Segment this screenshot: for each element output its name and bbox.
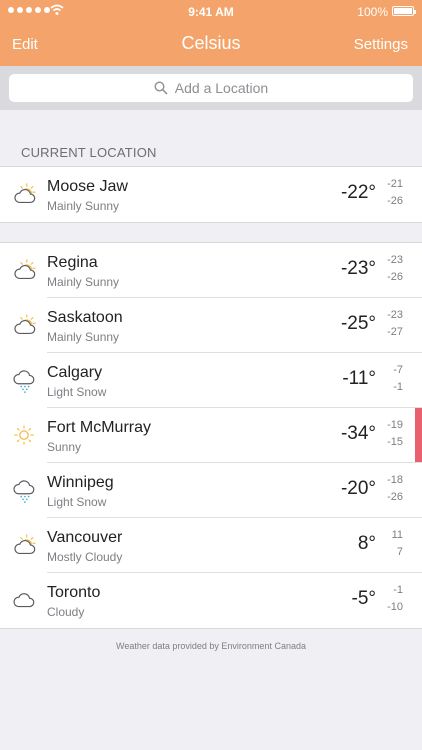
snow-cloud-icon: [13, 480, 35, 503]
locations-list: Regina Mainly Sunny -23° -23 -26 Saskato…: [0, 242, 422, 629]
current-temperature: -5°: [351, 588, 377, 609]
city-name: Toronto: [47, 584, 101, 601]
high-temperature: -21: [387, 178, 403, 190]
low-temperature: -26: [387, 271, 403, 283]
search-icon: [154, 81, 168, 95]
city-name: Winnipeg: [47, 474, 114, 491]
battery-icon: [392, 6, 416, 16]
partly-sunny-icon: [14, 534, 36, 555]
current-temperature: -25°: [340, 313, 376, 334]
high-temperature: -7: [393, 364, 403, 376]
status-bar: 9:41 AM 100%: [0, 0, 422, 22]
low-temperature: 7: [396, 546, 403, 558]
city-name: Fort McMurray: [47, 419, 151, 436]
nav-bar: Edit Celsius Settings: [0, 22, 422, 66]
high-temperature: -19: [387, 419, 403, 431]
search-input[interactable]: Add a Location: [9, 74, 413, 102]
location-row[interactable]: Saskatoon Mainly Sunny -25° -23 -27: [0, 298, 422, 353]
sun-icon: [14, 425, 34, 445]
low-temperature: -27: [387, 326, 403, 338]
high-temperature: -18: [387, 474, 403, 486]
snow-cloud-icon: [13, 370, 35, 393]
data-attribution: Weather data provided by Environment Can…: [116, 641, 306, 651]
current-location-header: CURRENT LOCATION: [21, 145, 157, 160]
location-row[interactable]: Regina Mainly Sunny -23° -23 -26: [0, 243, 422, 298]
search-bar-container: Add a Location: [0, 66, 422, 110]
high-temperature: -1: [393, 584, 403, 596]
settings-button[interactable]: Settings: [354, 36, 408, 53]
weather-condition: Light Snow: [47, 495, 107, 509]
city-name: Vancouver: [47, 529, 123, 546]
weather-alert-indicator[interactable]: [415, 408, 422, 463]
city-name: Regina: [47, 254, 98, 271]
weather-condition: Mainly Sunny: [47, 199, 120, 213]
weather-condition: Sunny: [47, 440, 82, 454]
battery-percent: 100%: [357, 5, 388, 19]
city-name: Moose Jaw: [47, 178, 128, 195]
partly-sunny-icon: [14, 314, 36, 335]
current-temperature: -11°: [342, 368, 376, 389]
weather-condition: Mainly Sunny: [47, 275, 120, 289]
location-row[interactable]: Moose Jaw Mainly Sunny -22° -21 -26: [0, 167, 422, 222]
cloud-icon: [13, 593, 35, 608]
low-temperature: -26: [387, 491, 403, 503]
location-row[interactable]: Toronto Cloudy -5° -1 -10: [0, 573, 422, 628]
location-row[interactable]: Fort McMurray Sunny -34° -19 -15: [0, 408, 422, 463]
current-temperature: -22°: [340, 182, 376, 203]
partly-sunny-icon: [14, 183, 36, 204]
high-temperature: -23: [387, 254, 403, 266]
current-temperature: -20°: [340, 478, 376, 499]
high-temperature: -23: [387, 309, 403, 321]
weather-condition: Light Snow: [47, 385, 107, 399]
location-row[interactable]: Winnipeg Light Snow -20° -18 -26: [0, 463, 422, 518]
search-placeholder: Add a Location: [174, 80, 269, 96]
current-temperature: 8°: [357, 533, 376, 554]
weather-condition: Mostly Cloudy: [47, 550, 123, 564]
location-row[interactable]: Calgary Light Snow -11° -7 -1: [0, 353, 422, 408]
low-temperature: -1: [393, 381, 403, 393]
low-temperature: -26: [387, 195, 403, 207]
low-temperature: -10: [387, 601, 403, 613]
weather-condition: Mainly Sunny: [47, 330, 120, 344]
city-name: Saskatoon: [47, 309, 123, 326]
city-name: Calgary: [47, 364, 103, 381]
weather-condition: Cloudy: [47, 605, 85, 619]
low-temperature: -15: [387, 436, 403, 448]
partly-sunny-icon: [14, 259, 36, 280]
high-temperature: 11: [391, 529, 403, 541]
current-location-list: Moose Jaw Mainly Sunny -22° -21 -26: [0, 166, 422, 223]
current-temperature: -23°: [340, 258, 376, 279]
location-row[interactable]: Vancouver Mostly Cloudy 8° 11 7: [0, 518, 422, 573]
current-temperature: -34°: [340, 423, 376, 444]
